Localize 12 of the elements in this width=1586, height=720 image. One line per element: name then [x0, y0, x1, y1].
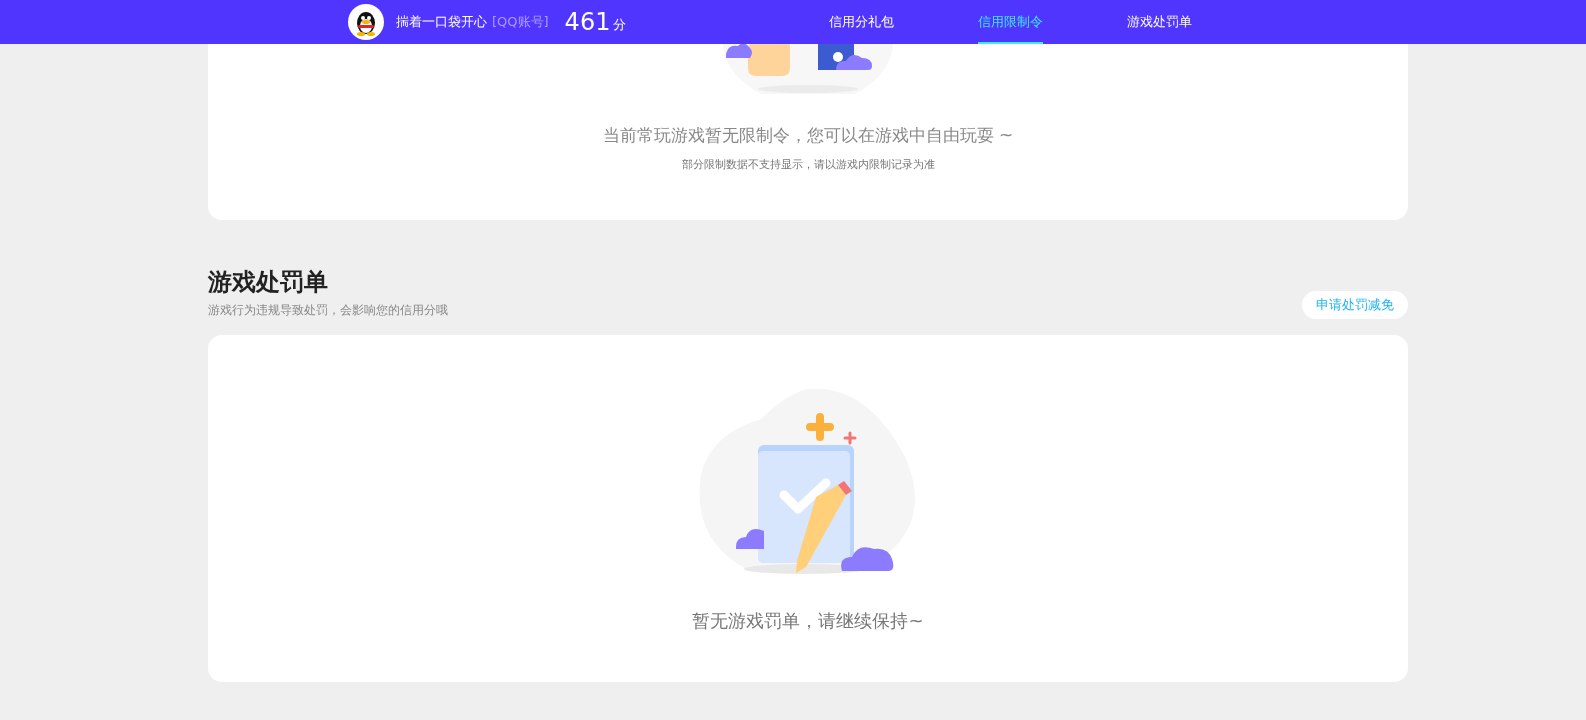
empty-state-message: 暂无游戏罚单，请继续保持~: [692, 609, 924, 633]
penguin-avatar-icon: [348, 4, 384, 40]
empty-state-note: 部分限制数据不支持显示，请以游戏内限制记录为准: [681, 157, 935, 172]
account-type: [QQ账号]: [492, 13, 549, 31]
section-title: 游戏处罚单: [208, 267, 329, 298]
section-subtitle: 游戏行为违规导致处罚，会影响您的信用分哦: [208, 302, 448, 319]
credit-score: 461: [564, 8, 611, 36]
nav-tab[interactable]: 游戏处罚单: [1127, 0, 1192, 44]
nav-tab[interactable]: 信用分礼包: [829, 0, 894, 44]
score-unit: 分: [613, 15, 627, 34]
username: 揣着一口袋开心: [396, 13, 487, 31]
empty-state-message: 当前常玩游戏暂无限制令，您可以在游戏中自由玩耍 ~: [602, 124, 1014, 147]
